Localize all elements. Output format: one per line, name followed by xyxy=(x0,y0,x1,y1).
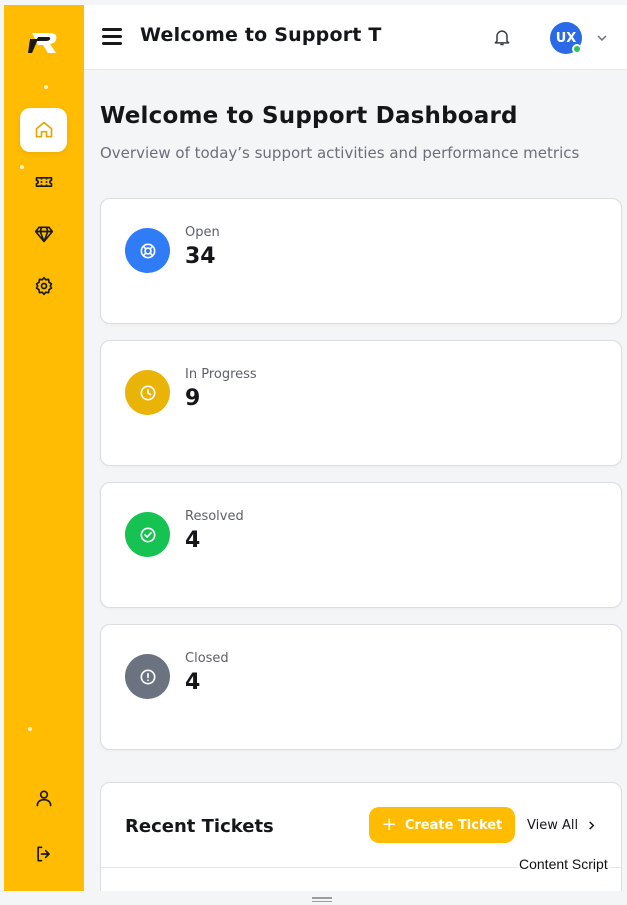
hamburger-line xyxy=(102,28,122,31)
alert-circle-icon xyxy=(140,669,155,684)
stat-icon-badge xyxy=(125,654,170,699)
grip-line xyxy=(312,897,332,899)
stat-label: Closed xyxy=(185,651,229,666)
view-all-link[interactable]: View All xyxy=(527,818,597,833)
sidebar-sparkle xyxy=(28,727,32,731)
recent-tickets-panel: Recent Tickets + Create Ticket View All xyxy=(100,782,622,905)
online-status-indicator xyxy=(572,44,582,54)
user-icon xyxy=(36,790,52,807)
stat-card-in-progress: In Progress 9 xyxy=(100,340,622,466)
stat-icon-badge xyxy=(125,228,170,273)
create-ticket-button[interactable]: + Create Ticket xyxy=(369,807,515,843)
stat-label: Open xyxy=(185,225,220,240)
lifebuoy-icon xyxy=(140,243,155,258)
stat-card-resolved: Resolved 4 xyxy=(100,482,622,608)
stat-card-open: Open 34 xyxy=(100,198,622,324)
check-circle-icon xyxy=(140,527,155,542)
create-ticket-label: Create Ticket xyxy=(404,817,503,833)
stat-value: 4 xyxy=(185,528,201,553)
top-header: Welcome to Support T UX xyxy=(84,5,627,70)
chevron-down-icon[interactable] xyxy=(596,32,608,44)
page-subtitle: Overview of today’s support activities a… xyxy=(100,144,580,162)
sidebar-item-home[interactable] xyxy=(20,108,67,152)
sidebar-item-settings[interactable] xyxy=(20,264,67,308)
stat-card-closed: Closed 4 xyxy=(100,624,622,750)
menu-toggle-button[interactable] xyxy=(102,28,122,46)
sidebar xyxy=(4,5,84,891)
grip-line xyxy=(312,900,332,902)
stat-value: 34 xyxy=(185,244,216,269)
home-icon xyxy=(35,121,52,138)
ticket-icon xyxy=(35,177,52,187)
stat-label: In Progress xyxy=(185,367,257,382)
stat-value: 9 xyxy=(185,386,201,411)
hamburger-line xyxy=(102,42,122,45)
stat-label: Resolved xyxy=(185,509,244,524)
brand-logo-icon xyxy=(28,33,57,53)
header-title: Welcome to Support T xyxy=(140,24,382,46)
plus-icon: + xyxy=(381,814,397,835)
sidebar-sparkle xyxy=(44,85,48,89)
stat-icon-badge xyxy=(125,370,170,415)
diamond-icon xyxy=(34,226,53,243)
sidebar-item-logout[interactable] xyxy=(20,832,67,876)
gear-icon xyxy=(35,276,52,296)
recent-tickets-title: Recent Tickets xyxy=(125,816,274,837)
logout-icon xyxy=(36,846,50,862)
bell-icon[interactable] xyxy=(492,27,512,47)
sidebar-item-premium[interactable] xyxy=(20,212,67,256)
hamburger-line xyxy=(102,35,122,38)
stat-icon-badge xyxy=(125,512,170,557)
stat-value: 4 xyxy=(185,670,201,695)
resize-handle[interactable] xyxy=(312,897,332,903)
content-script-label: Content Script xyxy=(517,855,610,873)
chevron-right-icon xyxy=(589,821,595,830)
sidebar-item-tickets[interactable] xyxy=(20,160,67,204)
view-all-label: View All xyxy=(527,818,579,833)
sidebar-item-profile[interactable] xyxy=(20,776,67,820)
clock-icon xyxy=(140,385,155,400)
page-title: Welcome to Support Dashboard xyxy=(100,103,518,129)
